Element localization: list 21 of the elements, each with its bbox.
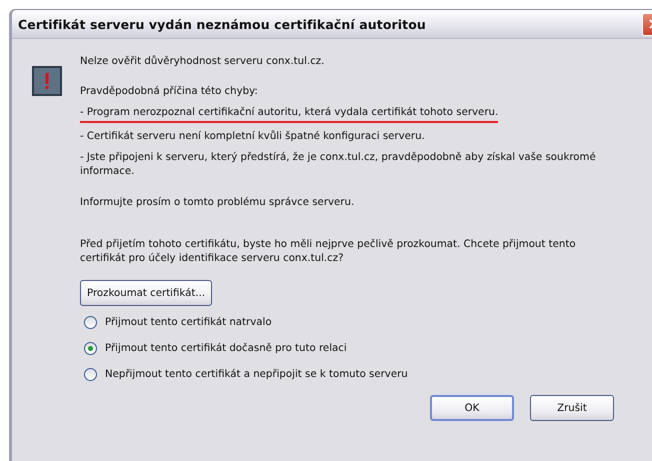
warning-icon xyxy=(32,66,62,96)
dialog-button[interactable]: OK xyxy=(430,395,514,421)
radio-button[interactable] xyxy=(84,368,97,381)
cause-text: - Jste připojeni k serveru, který předstírá, že je conx.tul.cz, pravděpodobně aby získal vaše soukromé informace. xyxy=(80,151,597,179)
radio-option[interactable]: Nepřijmout tento certifikát a nepřipojit se k tomuto serveru xyxy=(80,368,620,381)
message-text: Nelze ověřit důvěryhodnost serveru conx.tul.cz. xyxy=(80,55,326,69)
radio-label[interactable]: Přijmout tento certifikát natrvalo xyxy=(105,317,272,328)
cause-heading: Pravděpodobná příčina této chyby: xyxy=(80,85,259,99)
window-title: Certifikát serveru vydán neznámou certifikační autoritou xyxy=(18,16,426,32)
dialog-button[interactable]: Zrušit xyxy=(530,395,614,421)
radio-option[interactable]: Přijmout tento certifikát dočasně pro tuto relaci xyxy=(80,342,620,355)
radio-option[interactable]: Přijmout tento certifikát natrvalo xyxy=(80,316,620,329)
question-text: Před přijetím tohoto certifikátu, byste ho měli nejprve pečlivě prozkoumat. Chcete přijmout tento certifikát pro účely identifikace serveru conx.tul.cz? xyxy=(80,238,577,266)
cause-text: - Program nerozpoznal certifikační autoritu, která vydala certifikát tohoto serveru. xyxy=(80,106,498,123)
examine-certificate-button[interactable]: Prozkoumat certifikát... xyxy=(80,280,212,306)
cause-text: - Certifikát serveru není kompletní kvůli špatné konfiguraci serveru. xyxy=(80,130,426,144)
radio-button[interactable] xyxy=(84,316,97,329)
radio-label[interactable]: Nepřijmout tento certifikát a nepřipojit se k tomuto serveru xyxy=(105,369,408,380)
inform-text: Informujte prosím o tomto problému správce serveru. xyxy=(80,196,356,210)
radio-label[interactable]: Přijmout tento certifikát dočasně pro tuto relaci xyxy=(105,343,347,354)
radio-button[interactable] xyxy=(84,342,97,355)
